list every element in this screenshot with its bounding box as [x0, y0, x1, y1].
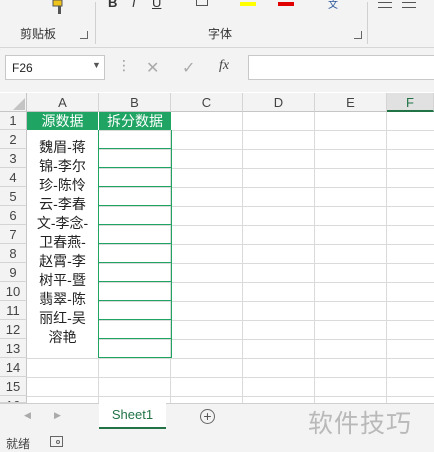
column-header-e[interactable]: E — [315, 93, 387, 112]
grid-line — [27, 377, 434, 378]
ribbon: 剪贴板 B I U 文 字体 — [0, 0, 434, 48]
cancel-icon[interactable]: ✕ — [146, 58, 159, 78]
column-header-d[interactable]: D — [243, 93, 315, 112]
more-options-icon[interactable]: ⋮ — [117, 58, 131, 72]
phonetic-icon[interactable]: 文 — [328, 0, 338, 11]
enter-icon[interactable]: ✓ — [182, 58, 195, 78]
format-painter-icon[interactable] — [50, 0, 68, 16]
source-line: 溶艳 — [48, 329, 77, 345]
row-header-1[interactable]: 1 — [0, 112, 27, 130]
cell-border — [99, 262, 171, 263]
source-line: 云-李春 — [39, 196, 86, 212]
row-header-12[interactable]: 12 — [0, 320, 27, 339]
cell-a2-merged[interactable]: 魏眉-蒋 锦-李尔 珍-陈怜 云-李春 文-李念- 卫春燕- 赵霄-李 树平-暨… — [27, 130, 98, 358]
source-line: 翡翠-陈 — [39, 291, 86, 307]
source-line: 锦-李尔 — [39, 158, 86, 174]
scroll-right-icon[interactable]: ▶ — [54, 410, 61, 421]
row-header-14[interactable]: 14 — [0, 358, 27, 377]
row-header-4[interactable]: 4 — [0, 168, 27, 187]
cell-border — [99, 281, 171, 282]
row-header-3[interactable]: 3 — [0, 149, 27, 168]
italic-icon[interactable]: I — [132, 0, 136, 10]
column-header-c[interactable]: C — [171, 93, 243, 112]
clipboard-group-label: 剪贴板 — [20, 27, 57, 41]
watermark: 软件技巧 — [308, 410, 413, 438]
source-line: 文-李念- — [36, 215, 89, 231]
cell-border — [99, 148, 171, 149]
grid-line — [27, 358, 434, 359]
source-line: 卫春燕- — [39, 234, 86, 250]
grid-line — [27, 396, 434, 397]
column-b-cells[interactable] — [99, 130, 171, 358]
font-color-icon[interactable] — [278, 2, 294, 6]
source-line: 赵霄-李 — [39, 253, 86, 269]
grid-line — [242, 112, 243, 403]
fill-color-icon[interactable] — [240, 2, 256, 6]
name-box[interactable]: F26 ▼ — [5, 55, 105, 80]
font-group-label: 字体 — [208, 27, 233, 41]
source-line: 魏眉-蒋 — [39, 139, 86, 155]
underline-icon[interactable]: U — [152, 0, 161, 10]
column-header-b[interactable]: B — [99, 93, 171, 112]
ribbon-separator — [95, 2, 96, 44]
ribbon-separator — [367, 2, 368, 44]
cell-border — [99, 319, 171, 320]
add-sheet-icon[interactable]: + — [200, 409, 215, 424]
cell-a1[interactable]: 源数据 — [27, 112, 99, 130]
row-header-6[interactable]: 6 — [0, 206, 27, 225]
cell-border — [99, 167, 171, 168]
align-icon[interactable] — [402, 2, 416, 8]
cell-border — [99, 205, 171, 206]
row-header-15[interactable]: 15 — [0, 377, 27, 396]
column-header-f[interactable]: F — [387, 93, 434, 112]
cell-border — [99, 186, 171, 187]
cell-border — [99, 243, 171, 244]
scroll-left-icon[interactable]: ◀ — [24, 410, 31, 421]
chevron-down-icon[interactable]: ▼ — [92, 60, 101, 70]
insert-function-icon[interactable]: fx — [219, 58, 229, 74]
row-header-8[interactable]: 8 — [0, 244, 27, 263]
cell-b1[interactable]: 拆分数据 — [99, 112, 171, 130]
sheet-tab-sheet1[interactable]: Sheet1 — [99, 403, 166, 429]
name-box-value: F26 — [12, 61, 33, 75]
grid-line — [314, 112, 315, 403]
grid-line — [386, 112, 387, 403]
row-header-11[interactable]: 11 — [0, 301, 27, 320]
bold-icon[interactable]: B — [108, 0, 117, 10]
row-header-2[interactable]: 2 — [0, 130, 27, 149]
clipboard-dialog-launcher-icon[interactable] — [80, 31, 88, 39]
cell-border — [99, 338, 171, 339]
row-header-13[interactable]: 13 — [0, 339, 27, 358]
font-dialog-launcher-icon[interactable] — [354, 31, 362, 39]
select-all-corner[interactable] — [0, 93, 27, 112]
row-header-5[interactable]: 5 — [0, 187, 27, 206]
row-header-7[interactable]: 7 — [0, 225, 27, 244]
align-icon[interactable] — [378, 2, 392, 8]
borders-icon[interactable] — [196, 0, 208, 6]
cell-border — [99, 300, 171, 301]
status-ready: 就绪 — [6, 437, 31, 451]
source-line: 树平-暨 — [39, 272, 86, 288]
cell-border — [99, 224, 171, 225]
formula-input[interactable] — [248, 55, 434, 80]
column-header-a[interactable]: A — [27, 93, 99, 112]
macro-record-icon[interactable] — [50, 436, 63, 447]
row-header-16[interactable]: 16 — [0, 396, 27, 403]
row-header-9[interactable]: 9 — [0, 263, 27, 282]
row-header-10[interactable]: 10 — [0, 282, 27, 301]
source-line: 珍-陈怜 — [39, 177, 86, 193]
source-line: 丽红-吴 — [39, 310, 86, 326]
